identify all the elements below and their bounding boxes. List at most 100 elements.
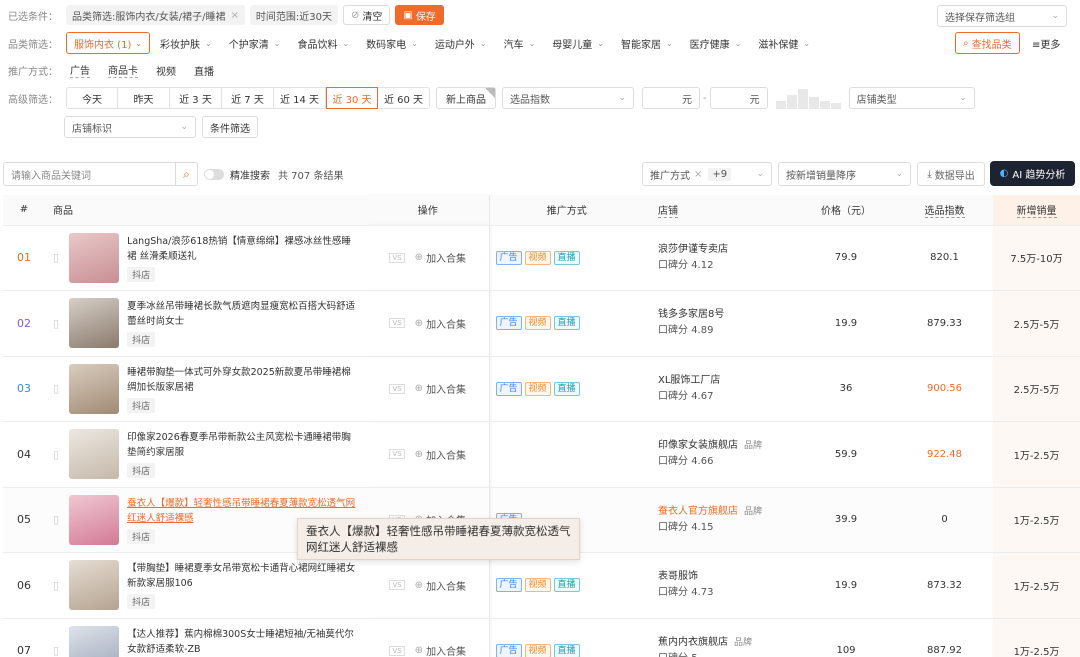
category-item[interactable]: 数码家电 ⌄	[366, 36, 418, 51]
add-collection-button[interactable]: 加入合集	[426, 316, 466, 331]
product-name[interactable]: 睡裙带胸垫一体式可外穿女款2025新款夏吊带睡裙棉绸加长版家居裙	[127, 365, 355, 395]
close-icon[interactable]: ×	[230, 10, 238, 21]
shop-name[interactable]: 表哥服饰	[658, 571, 698, 582]
category-item[interactable]: 个护家清 ⌄	[229, 36, 281, 51]
close-icon[interactable]: ×	[694, 169, 702, 180]
save-button[interactable]: ▣ 保存	[395, 5, 444, 25]
add-collection-button[interactable]: 加入合集	[426, 578, 466, 593]
add-collection-button[interactable]: 加入合集	[426, 250, 466, 265]
time-14d[interactable]: 近 14 天	[274, 87, 326, 109]
product-thumbnail[interactable]	[69, 232, 120, 283]
product-cell[interactable]: ▯ 印像家2026春夏季吊带新款公主风宽松卡通睡裙带胸垫简约家居服 抖店	[45, 421, 367, 488]
category-item[interactable]: 医疗健康 ⌄	[690, 36, 742, 51]
bookmark-icon[interactable]: ▯	[53, 382, 59, 395]
shop-name[interactable]: 蕉内内衣旗舰店	[658, 637, 728, 648]
search-input[interactable]: 请输入商品关键词 ⌕	[3, 162, 198, 186]
shop-name[interactable]: 浪莎伊谨专卖店	[658, 244, 728, 255]
find-category-button[interactable]: ⌕ 查找品类	[955, 32, 1020, 54]
clear-button[interactable]: ⊘ 清空	[342, 5, 391, 25]
product-thumbnail[interactable]	[69, 560, 120, 611]
category-active[interactable]: 服饰内衣 (1) ⌄	[66, 32, 151, 54]
product-name[interactable]: LangSha/浪莎618热销【情意绵绵】裸感冰丝性感睡裙 丝滑柔顺送礼	[127, 234, 355, 264]
category-item[interactable]: 汽车 ⌄	[504, 36, 536, 51]
sort-select[interactable]: 按新增销量降序 ⌄	[778, 162, 911, 186]
table-row[interactable]: 04 ▯ 印像家2026春夏季吊带新款公主风宽松卡通睡裙带胸垫简约家居服 抖店 …	[3, 421, 1080, 488]
promo-ad[interactable]: 广告	[70, 62, 90, 78]
time-3d[interactable]: 近 3 天	[170, 87, 222, 109]
shop-name[interactable]: XL服饰工厂店	[658, 375, 720, 386]
new-product-toggle[interactable]: 新上商品	[436, 87, 496, 109]
vs-icon[interactable]: VS	[389, 252, 405, 263]
shop-tag-select[interactable]: 店铺标识 ⌄	[64, 116, 196, 138]
product-name[interactable]: 【带胸垫】睡裙夏季女吊带宽松卡通背心裙网红睡裙女新款家居服106	[127, 561, 355, 591]
promo-live[interactable]: 直播	[194, 63, 214, 78]
table-row[interactable]: 01 ▯ LangSha/浪莎618热销【情意绵绵】裸感冰丝性感睡裙 丝滑柔顺送…	[3, 225, 1080, 291]
bookmark-icon[interactable]: ▯	[53, 448, 59, 461]
category-item[interactable]: 智能家居 ⌄	[621, 36, 673, 51]
category-item[interactable]: 滋补保健 ⌄	[758, 36, 810, 51]
add-collection-button[interactable]: 加入合集	[426, 447, 466, 462]
category-item[interactable]: 母婴儿童 ⌄	[552, 36, 604, 51]
vs-icon[interactable]: VS	[389, 383, 405, 394]
time-7d[interactable]: 近 7 天	[222, 87, 274, 109]
bookmark-icon[interactable]: ▯	[53, 579, 59, 592]
shop-cell[interactable]: 表哥服饰 口碑分 4.73	[644, 552, 796, 619]
add-collection-button[interactable]: 加入合集	[426, 643, 466, 657]
shop-cell[interactable]: 浪莎伊谨专卖店 口碑分 4.12	[644, 225, 796, 291]
table-row[interactable]: 03 ▯ 睡裙带胸垫一体式可外穿女款2025新款夏吊带睡裙棉绸加长版家居裙 抖店…	[3, 356, 1080, 422]
product-thumbnail[interactable]	[69, 363, 120, 414]
product-thumbnail[interactable]	[69, 494, 120, 545]
col-price[interactable]: 价格（元）	[796, 195, 896, 226]
category-item[interactable]: 运动户外 ⌄	[435, 36, 487, 51]
table-row[interactable]: 06 ▯ 【带胸垫】睡裙夏季女吊带宽松卡通背心裙网红睡裙女新款家居服106 抖店…	[3, 552, 1080, 619]
bookmark-icon[interactable]: ▯	[53, 513, 59, 526]
time-today[interactable]: 今天	[66, 87, 118, 109]
shop-cell[interactable]: 钱多多家居8号 口碑分 4.89	[644, 290, 796, 357]
add-collection-button[interactable]: 加入合集	[426, 381, 466, 396]
bookmark-icon[interactable]: ▯	[53, 644, 59, 657]
table-row[interactable]: 07 ▯ 【达人推荐】蕉内棉棉300S女士睡裙短袖/无袖莫代尔女款舒适柔软-ZB…	[3, 618, 1080, 657]
product-cell[interactable]: ▯ LangSha/浪莎618热销【情意绵绵】裸感冰丝性感睡裙 丝滑柔顺送礼 抖…	[45, 225, 367, 291]
col-index[interactable]: 选品指数	[896, 195, 993, 226]
price-max-input[interactable]: 元	[709, 87, 768, 109]
product-cell[interactable]: ▯ 睡裙带胸垫一体式可外穿女款2025新款夏吊带睡裙棉绸加长版家居裙 抖店	[45, 356, 367, 422]
col-shop[interactable]: 店铺	[644, 195, 796, 226]
index-select[interactable]: 选品指数 ⌄	[502, 87, 634, 109]
shop-cell[interactable]: 蕉内内衣旗舰店品牌 口碑分 5	[644, 618, 796, 657]
time-60d[interactable]: 近 60 天	[378, 87, 430, 109]
ai-trend-button[interactable]: ◐ AI 趋势分析	[990, 161, 1075, 186]
shop-cell[interactable]: 蚕衣人官方旗舰店 品牌 口碑分 4.15	[644, 487, 796, 553]
shop-cell[interactable]: XL服饰工厂店 口碑分 4.67	[644, 356, 796, 422]
product-cell[interactable]: ▯ 夏季冰丝吊带睡裙长款气质遮肉显瘦宽松百搭大码舒适蕾丝时尚女士 抖店	[45, 290, 367, 357]
price-min-input[interactable]: 元	[642, 87, 700, 109]
bookmark-icon[interactable]: ▯	[53, 317, 59, 330]
promo-card[interactable]: 商品卡	[108, 62, 138, 78]
filter-chip-category[interactable]: 品类筛选:服饰内衣/女装/裙子/睡裙 ×	[66, 5, 245, 25]
product-name[interactable]: 印像家2026春夏季吊带新款公主风宽松卡通睡裙带胸垫简约家居服	[127, 430, 355, 460]
vs-icon[interactable]: VS	[389, 580, 405, 591]
product-cell[interactable]: ▯ 【带胸垫】睡裙夏季女吊带宽松卡通背心裙网红睡裙女新款家居服106 抖店	[45, 552, 367, 619]
vs-icon[interactable]: VS	[389, 645, 405, 656]
product-thumbnail[interactable]	[69, 429, 120, 480]
more-button[interactable]: ≡更多	[1032, 36, 1060, 51]
table-row[interactable]: 02 ▯ 夏季冰丝吊带睡裙长款气质遮肉显瘦宽松百搭大码舒适蕾丝时尚女士 抖店 V…	[3, 290, 1080, 357]
shop-type-select[interactable]: 店铺类型 ⌄	[848, 87, 975, 109]
category-item[interactable]: 彩妆护肤 ⌄	[160, 36, 212, 51]
product-cell[interactable]: ▯ 【达人推荐】蕉内棉棉300S女士睡裙短袖/无袖莫代尔女款舒适柔软-ZB 抖店	[45, 618, 367, 657]
product-thumbnail[interactable]	[69, 625, 120, 657]
category-item[interactable]: 食品饮料 ⌄	[297, 36, 349, 51]
bookmark-icon[interactable]: ▯	[53, 251, 59, 264]
shop-name[interactable]: 蚕衣人官方旗舰店	[658, 506, 738, 517]
shop-name[interactable]: 钱多多家居8号	[658, 309, 724, 320]
shop-cell[interactable]: 印像家女装旗舰店 品牌 口碑分 4.66	[644, 421, 796, 488]
shop-name[interactable]: 印像家女装旗舰店	[658, 440, 738, 451]
promo-video[interactable]: 视频	[156, 63, 176, 78]
promo-filter-select[interactable]: 推广方式 × +9 ⌄	[642, 162, 772, 186]
search-icon[interactable]: ⌕	[175, 163, 197, 185]
product-name[interactable]: 夏季冰丝吊带睡裙长款气质遮肉显瘦宽松百搭大码舒适蕾丝时尚女士	[127, 299, 355, 329]
precise-toggle[interactable]	[204, 168, 224, 180]
product-thumbnail[interactable]	[69, 298, 120, 349]
condition-filter-button[interactable]: 条件筛选	[202, 116, 258, 138]
product-name[interactable]: 【达人推荐】蕉内棉棉300S女士睡裙短袖/无袖莫代尔女款舒适柔软-ZB	[127, 627, 355, 657]
export-button[interactable]: ⤓ 数据导出	[917, 162, 985, 186]
